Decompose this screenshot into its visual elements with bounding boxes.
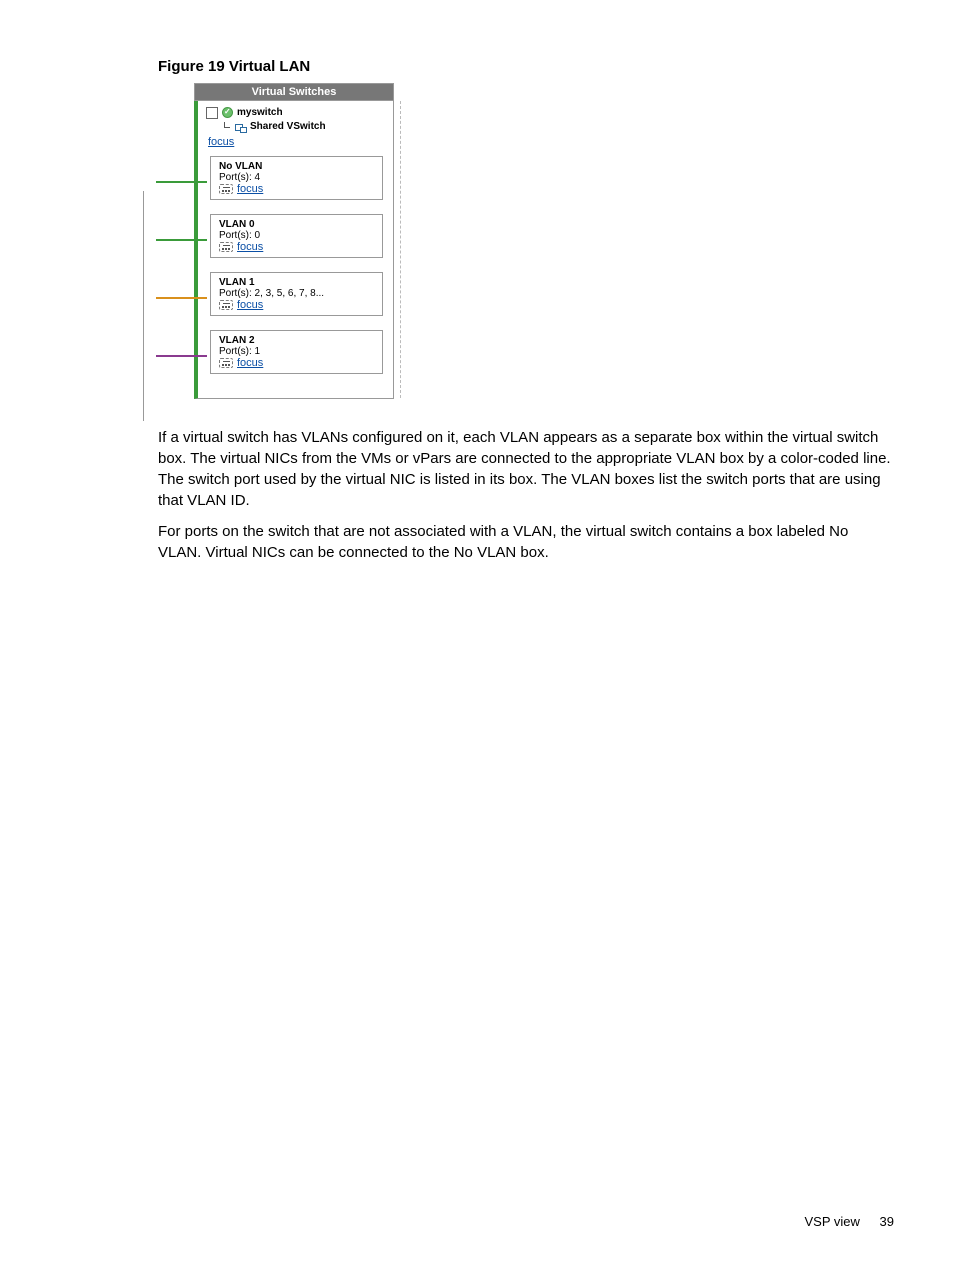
focus-link[interactable]: focus [237, 357, 263, 369]
connector-line [156, 297, 207, 299]
body-paragraph-2: For ports on the switch that are not ass… [158, 521, 893, 563]
figure-caption: Figure 19 Virtual LAN [158, 58, 894, 75]
switch-row: myswitch [206, 107, 383, 119]
status-ok-icon [222, 107, 233, 118]
vlan-title: No VLAN [219, 161, 376, 172]
connector-line [156, 355, 207, 357]
switch-name: myswitch [237, 107, 283, 118]
focus-link-main[interactable]: focus [208, 136, 234, 148]
checkbox-icon[interactable] [206, 107, 218, 119]
ports-icon [219, 300, 233, 310]
vlan-title: VLAN 2 [219, 335, 376, 346]
vlan-box-1: VLAN 1 Port(s): 2, 3, 5, 6, 7, 8... focu… [210, 272, 383, 316]
vlan-ports: Port(s): 1 [219, 346, 376, 357]
vlan-ports: Port(s): 0 [219, 230, 376, 241]
panel-right-dotted [400, 101, 401, 398]
vlan-ports: Port(s): 2, 3, 5, 6, 7, 8... [219, 288, 376, 299]
switch-subrow: Shared VSwitch [224, 121, 383, 132]
vlan-box-2: VLAN 2 Port(s): 1 focus [210, 330, 383, 374]
footer-page-number: 39 [880, 1214, 894, 1229]
connector-line [156, 239, 207, 241]
ports-icon [219, 358, 233, 368]
focus-link[interactable]: focus [237, 241, 263, 253]
ports-icon [219, 242, 233, 252]
panel-body: myswitch Shared VSwitch focus No VLAN Po… [194, 101, 394, 399]
body-paragraph-1: If a virtual switch has VLANs configured… [158, 427, 893, 511]
tree-connector-icon [224, 122, 230, 128]
vswitch-icon [235, 122, 247, 132]
connector-line [156, 181, 207, 183]
virtual-switches-panel: Virtual Switches myswitch Shared VSwitch… [194, 83, 394, 399]
focus-link[interactable]: focus [237, 183, 263, 195]
panel-header: Virtual Switches [194, 83, 394, 101]
vertical-connector [143, 191, 144, 421]
focus-link[interactable]: focus [237, 299, 263, 311]
switch-subtitle: Shared VSwitch [250, 121, 326, 132]
vlan-box-0: VLAN 0 Port(s): 0 focus [210, 214, 383, 258]
vlan-title: VLAN 1 [219, 277, 376, 288]
ports-icon [219, 184, 233, 194]
vlan-box-no-vlan: No VLAN Port(s): 4 focus [210, 156, 383, 200]
page-footer: VSP view 39 [805, 1214, 895, 1229]
vlan-ports: Port(s): 4 [219, 172, 376, 183]
vlan-title: VLAN 0 [219, 219, 376, 230]
footer-section: VSP view [805, 1214, 860, 1229]
